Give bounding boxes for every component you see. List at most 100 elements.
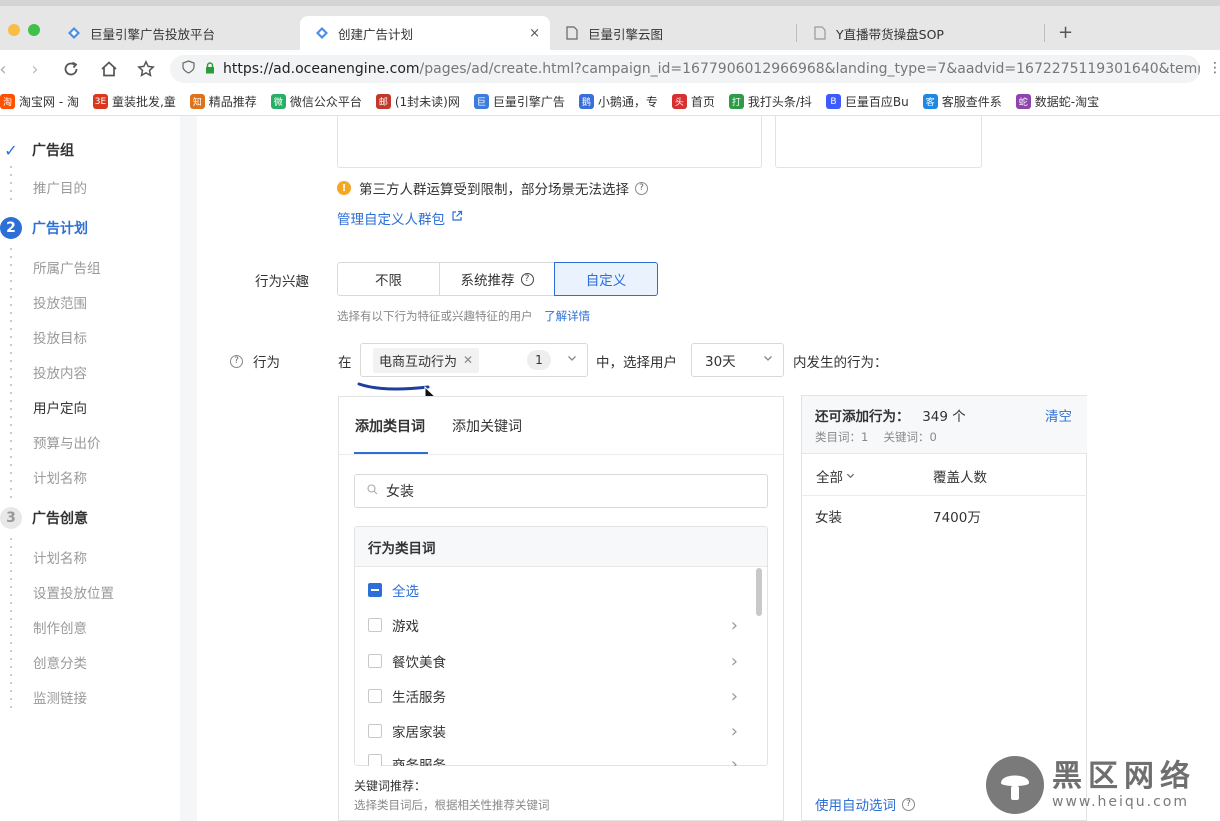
forward-button[interactable]: › [24, 58, 46, 80]
category-checkbox[interactable] [368, 654, 382, 668]
bookmark-item[interactable]: 巨巨量引擎广告 [473, 93, 565, 110]
step-title-label: 广告计划 [32, 221, 88, 237]
step-sub-item[interactable]: 推广目的 [33, 177, 87, 197]
chip-close-icon[interactable]: ✕ [463, 353, 473, 367]
new-tab-button[interactable]: + [1058, 22, 1073, 43]
tab-ad-platform[interactable]: 巨量引擎广告投放平台 [52, 16, 297, 50]
step-sub-item[interactable]: 投放范围 [33, 292, 87, 312]
step-sub-item[interactable]: 制作创意 [33, 617, 87, 637]
category-item[interactable]: 全选 [368, 580, 738, 600]
category-scrollbar[interactable] [756, 568, 762, 616]
category-checkbox[interactable] [368, 583, 382, 597]
bookmark-item[interactable]: 客客服查件系 [922, 93, 1002, 110]
bookmark-item[interactable]: 3E 童装批发,童 [92, 93, 176, 110]
category-checkbox[interactable] [368, 689, 382, 703]
days-select[interactable]: 30天 [691, 343, 784, 377]
bookmark-label: 淘宝网 - 淘 [19, 95, 79, 109]
step-sub-item[interactable]: 监测链接 [33, 687, 87, 707]
bookmark-label: 童装批发,童 [111, 95, 176, 109]
category-item[interactable]: 生活服务 › [368, 686, 738, 707]
connector-dot [10, 480, 12, 482]
help-icon[interactable]: ? [230, 354, 243, 368]
tab-create-plan[interactable]: 创建广告计划 × [300, 16, 550, 50]
bookmark-item[interactable]: 知精品推荐 [189, 93, 257, 110]
days-value: 30天 [705, 354, 736, 370]
interest-segmented-control: 不限 系统推荐 ? 自定义 [337, 262, 658, 296]
bookmark-item[interactable]: 头首页 [671, 93, 715, 110]
category-search-input[interactable]: 女装 [354, 474, 768, 508]
category-checkbox[interactable] [368, 724, 382, 738]
connector-dot [10, 416, 12, 418]
tab-add-keyword[interactable]: 添加关键词 [452, 416, 522, 436]
home-icon[interactable] [98, 58, 120, 80]
interest-option-custom[interactable]: 自定义 [554, 262, 658, 296]
category-checkbox[interactable] [368, 754, 382, 766]
extensions-icon[interactable]: ⋮ [1208, 60, 1220, 76]
step-ad-creative[interactable]: 3 广告创意 [0, 506, 88, 530]
clear-button[interactable]: 清空 [1045, 405, 1072, 425]
oceanengine-logo-icon [66, 25, 82, 41]
step-sub-item[interactable]: 投放内容 [33, 362, 87, 382]
step-sub-item[interactable]: 投放目标 [33, 327, 87, 347]
chevron-right-icon[interactable]: › [731, 721, 738, 742]
manage-audience-link[interactable]: 管理自定义人群包 [337, 208, 463, 228]
connector-dot [10, 570, 12, 572]
tab-cloud-map[interactable]: 巨量引擎云图 [550, 16, 795, 50]
window-minimize-button[interactable] [8, 24, 20, 36]
behavior-scene-select[interactable]: 电商互动行为 ✕ 1 [360, 343, 588, 377]
connector-dot [10, 698, 12, 700]
bookmark-favicon-icon: 头 [671, 94, 687, 109]
chevron-right-icon[interactable]: › [731, 754, 738, 766]
chevron-down-icon [846, 468, 855, 484]
interest-option-recommended[interactable]: 系统推荐 ? [439, 262, 555, 296]
lock-icon [205, 61, 215, 77]
bookmark-star-icon[interactable] [135, 58, 157, 80]
step-sub-item[interactable]: 创意分类 [33, 652, 87, 672]
category-item[interactable]: 商务服务 › [368, 754, 738, 766]
step-sub-item[interactable]: 预算与出价 [33, 432, 101, 452]
auto-select-link[interactable]: 使用自动选词 ? [815, 794, 915, 814]
url-field[interactable]: https://ad.oceanengine.com/pages/ad/crea… [170, 55, 1200, 83]
step-sub-item[interactable]: 设置投放位置 [33, 582, 114, 602]
window-zoom-button[interactable] [28, 24, 40, 36]
bookmark-item[interactable]: 蛇数据蛇-淘宝 [1015, 93, 1099, 110]
close-tab-icon[interactable]: × [529, 26, 540, 41]
bookmark-item[interactable]: 淘淘宝网 - 淘 [0, 93, 79, 110]
category-item[interactable]: 家居家装 › [368, 721, 738, 742]
step-ad-group[interactable]: ✓ 广告组 [0, 138, 74, 162]
connector-dot [10, 496, 12, 498]
tab-title: 创建广告计划 [338, 26, 414, 42]
step-ad-plan[interactable]: 2 广告计划 [0, 216, 88, 240]
tab-sop[interactable]: Y直播带货操盘SOP [798, 16, 1043, 50]
hint-text: 选择有以下行为特征或兴趣特征的用户 [337, 309, 533, 323]
back-button[interactable]: ‹ [0, 58, 14, 80]
tab-separator [796, 24, 797, 42]
tab-add-category[interactable]: 添加类目词 [355, 416, 425, 436]
filter-all-dropdown[interactable]: 全部 [816, 466, 855, 486]
category-checkbox[interactable] [368, 618, 382, 632]
watermark-logo-icon [986, 756, 1044, 814]
bookmark-item[interactable]: 微微信公众平台 [270, 93, 362, 110]
step-sub-item[interactable]: 计划名称 [33, 467, 87, 487]
step-sub-item[interactable]: 所属广告组 [33, 257, 101, 277]
category-item[interactable]: 餐饮美食 › [368, 651, 738, 672]
chevron-right-icon[interactable]: › [731, 651, 738, 672]
chevron-right-icon[interactable]: › [731, 615, 738, 636]
connector-dot [10, 554, 12, 556]
learn-more-link[interactable]: 了解详情 [544, 309, 590, 323]
interest-option-unlimited[interactable]: 不限 [337, 262, 440, 296]
reload-icon[interactable] [60, 58, 82, 80]
bookmark-item[interactable]: 打我打头条/抖 [728, 93, 812, 110]
bookmark-item[interactable]: 邮 (1封未读)网 [375, 93, 460, 110]
step-sub-item-current[interactable]: 用户定向 [33, 397, 87, 417]
step-sub-item[interactable]: 计划名称 [33, 547, 87, 567]
chevron-right-icon[interactable]: › [731, 686, 738, 707]
bookmark-item[interactable]: 鹅小鹅通，专 [578, 93, 658, 110]
bookmark-label: 巨量百应Bu [844, 95, 909, 109]
category-item[interactable]: 游戏 › [368, 615, 738, 636]
manage-link-label: 管理自定义人群包 [337, 212, 445, 228]
connector-dot [10, 296, 12, 298]
help-icon[interactable]: ? [635, 181, 648, 195]
bookmark-item[interactable]: B 巨量百应Bu [825, 93, 909, 110]
connector-dot [10, 650, 12, 652]
